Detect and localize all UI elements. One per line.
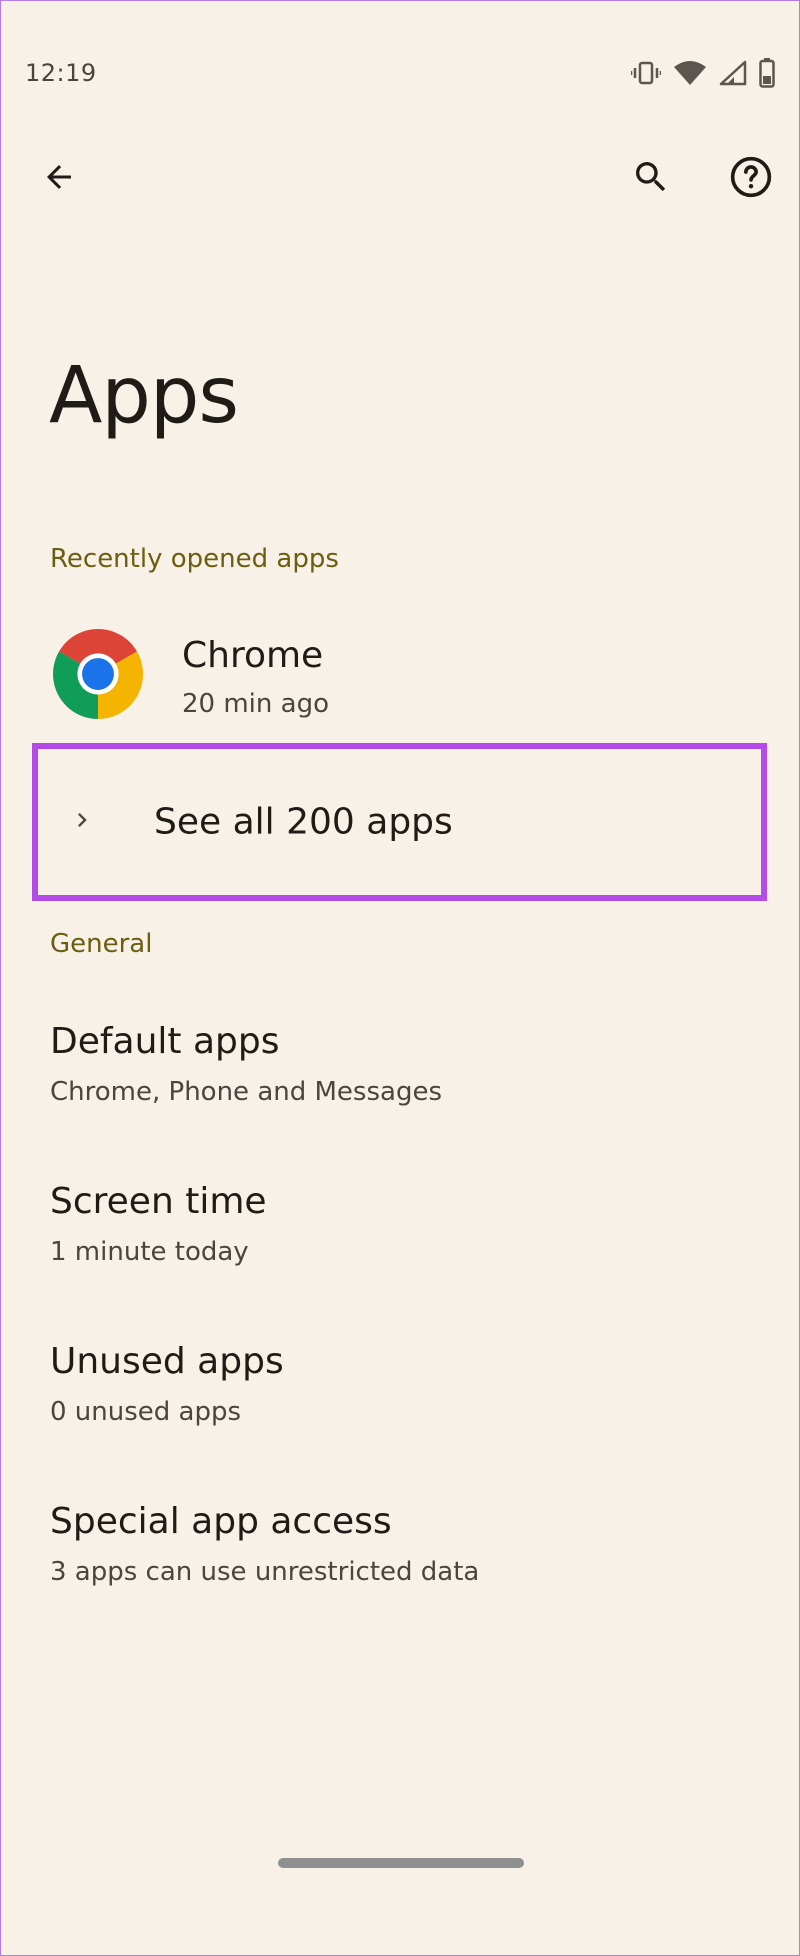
see-all-apps-label: See all 200 apps xyxy=(154,801,453,843)
top-app-bar xyxy=(1,141,799,221)
setting-title: Default apps xyxy=(50,1021,280,1062)
page-title: Apps xyxy=(49,351,239,441)
setting-special-app-access[interactable]: Special app access 3 apps can use unrest… xyxy=(1,1485,799,1605)
setting-title: Unused apps xyxy=(50,1341,284,1382)
status-time: 12:19 xyxy=(25,59,97,87)
setting-summary: 3 apps can use unrestricted data xyxy=(50,1557,480,1587)
chrome-icon xyxy=(53,629,143,719)
setting-title: Screen time xyxy=(50,1181,267,1222)
section-header-recent: Recently opened apps xyxy=(50,544,339,574)
help-circle-icon xyxy=(730,156,772,198)
back-button[interactable] xyxy=(23,141,95,213)
search-button[interactable] xyxy=(615,141,687,213)
setting-unused-apps[interactable]: Unused apps 0 unused apps xyxy=(1,1325,799,1445)
setting-title: Special app access xyxy=(50,1501,392,1542)
signal-icon xyxy=(719,60,747,86)
battery-icon xyxy=(759,58,775,88)
setting-summary: Chrome, Phone and Messages xyxy=(50,1077,442,1107)
see-all-apps-button[interactable]: See all 200 apps xyxy=(32,743,767,901)
wifi-icon xyxy=(673,60,707,86)
setting-screen-time[interactable]: Screen time 1 minute today xyxy=(1,1165,799,1285)
gesture-nav-handle[interactable] xyxy=(278,1858,524,1868)
status-icons xyxy=(631,58,775,88)
search-icon xyxy=(636,162,666,192)
setting-summary: 1 minute today xyxy=(50,1237,249,1267)
setting-summary: 0 unused apps xyxy=(50,1397,242,1427)
chevron-right-icon xyxy=(68,806,96,838)
section-header-general: General xyxy=(50,929,153,959)
app-last-opened: 20 min ago xyxy=(182,689,329,719)
vibrate-icon xyxy=(631,60,661,86)
status-bar: 12:19 xyxy=(1,1,799,91)
app-name: Chrome xyxy=(182,635,324,676)
setting-default-apps[interactable]: Default apps Chrome, Phone and Messages xyxy=(1,1005,799,1125)
recent-app-chrome[interactable]: Chrome 20 min ago xyxy=(1,611,799,731)
arrow-left-icon xyxy=(47,165,71,189)
help-button[interactable] xyxy=(715,141,787,213)
